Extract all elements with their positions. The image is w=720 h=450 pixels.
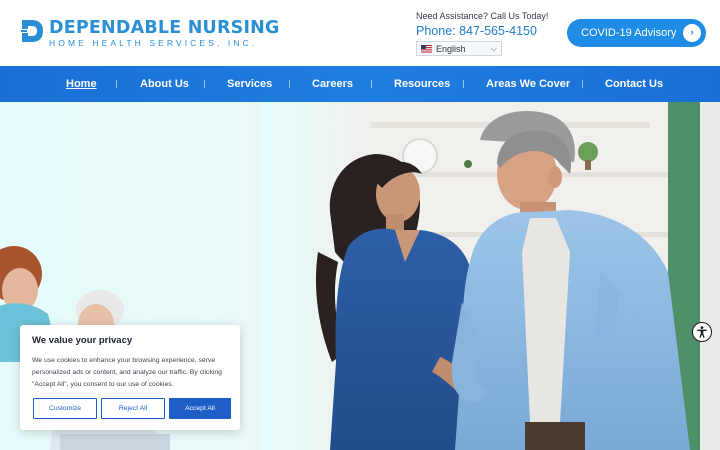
nav-areas-we-cover-label: Areas We Cover — [486, 78, 571, 90]
covid-advisory-label: COVID-19 Advisory — [581, 27, 677, 39]
nav-divider — [204, 80, 205, 88]
cookie-title: We value your privacy — [32, 335, 133, 346]
accessibility-icon — [697, 326, 707, 338]
accept-all-button[interactable]: Accept All — [169, 398, 231, 419]
logo-name: DEPENDABLE NURSING — [49, 18, 280, 38]
nav-about-us-label: About Us — [140, 78, 189, 90]
cookie-consent-banner: We value your privacy We use cookies to … — [20, 325, 240, 430]
nav-resources-label: Resources — [394, 78, 451, 90]
nav-about-us[interactable]: About Us — [140, 66, 189, 102]
accessibility-button[interactable] — [692, 322, 712, 342]
us-flag-icon — [421, 44, 432, 53]
contact-block: Need Assistance? Call Us Today! Phone: 8… — [416, 10, 548, 56]
nav-contact-us-label: Contact Us — [605, 78, 664, 90]
nav-home[interactable]: Home — [66, 66, 97, 102]
nav-divider — [289, 80, 290, 88]
language-select[interactable]: English ⌵ — [416, 41, 502, 56]
customize-button[interactable]: Customize — [33, 398, 97, 419]
nav-careers-label: Careers — [312, 78, 353, 90]
chevron-right-icon: › — [683, 24, 701, 42]
nav-contact-us[interactable]: Contact Us — [605, 66, 663, 102]
language-label: English — [436, 43, 466, 54]
nav-careers[interactable]: Careers — [312, 66, 353, 102]
phone-link[interactable]: Phone: 847-565-4150 — [416, 23, 548, 39]
chevron-down-icon: ⌵ — [490, 43, 497, 53]
nav-divider — [371, 80, 372, 88]
nav-divider — [582, 80, 583, 88]
nav-services[interactable]: Services — [227, 66, 272, 102]
covid-advisory-button[interactable]: COVID-19 Advisory › — [567, 19, 706, 47]
nav-divider — [116, 80, 117, 88]
nav-home-label: Home — [66, 78, 97, 90]
reject-all-button[interactable]: Reject All — [101, 398, 165, 419]
logo-tagline: HOME HEALTH SERVICES, INC. — [49, 38, 258, 48]
nav-areas-we-cover[interactable]: Areas We Cover — [486, 66, 570, 102]
nav-resources[interactable]: Resources — [394, 66, 450, 102]
main-nav: Home About Us Services Careers Resources… — [0, 66, 720, 102]
d-logo-icon — [20, 20, 43, 42]
nav-divider — [463, 80, 464, 88]
nav-services-label: Services — [227, 78, 273, 90]
cookie-description: We use cookies to enhance your browsing … — [32, 357, 222, 388]
assistance-text: Need Assistance? Call Us Today! — [416, 11, 549, 21]
site-header: DEPENDABLE NURSING HOME HEALTH SERVICES,… — [0, 0, 720, 66]
site-logo[interactable]: DEPENDABLE NURSING HOME HEALTH SERVICES,… — [20, 18, 280, 48]
cookie-actions: Customize Reject All Accept All — [33, 398, 231, 419]
